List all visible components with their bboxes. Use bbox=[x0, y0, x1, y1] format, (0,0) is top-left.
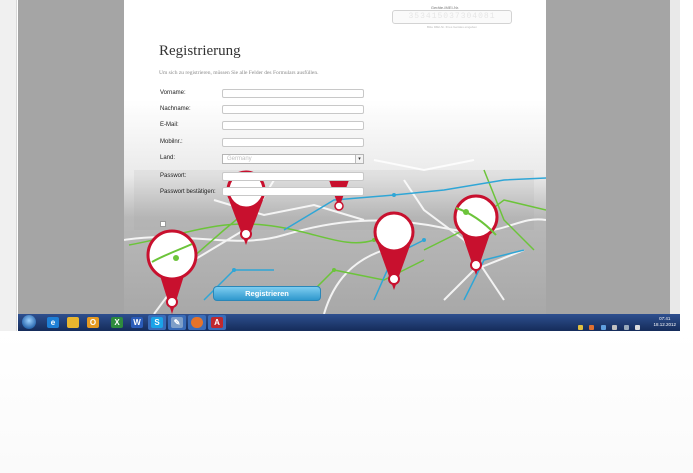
device-id-field[interactable]: 353415037304081 bbox=[392, 10, 512, 24]
device-id-hint: Bitte IMEI-Nr. Ihres Gerätes eingeben bbox=[426, 25, 478, 29]
password-confirm-field[interactable] bbox=[222, 187, 364, 196]
device-id-value: 353415037304081 bbox=[408, 12, 496, 21]
desktop-background-right bbox=[546, 0, 680, 314]
chevron-down-icon[interactable]: ▾ bbox=[355, 155, 363, 163]
explorer-icon[interactable] bbox=[64, 315, 82, 330]
tray-icon[interactable] bbox=[578, 325, 583, 330]
screen: Geräte-IMEI-Nr. 353415037304081 Bitte IM… bbox=[18, 0, 680, 331]
outlook-icon[interactable]: O bbox=[84, 315, 102, 330]
first-name-field[interactable] bbox=[222, 89, 364, 98]
word-icon[interactable]: W bbox=[128, 315, 146, 330]
system-tray bbox=[578, 317, 648, 330]
password-label: Passwort: bbox=[160, 173, 187, 179]
clock[interactable]: 07:41 18.12.2012 bbox=[653, 316, 676, 328]
password-confirm-label: Passwort bestätigen: bbox=[160, 189, 216, 195]
password-field[interactable] bbox=[222, 172, 364, 181]
skype-icon[interactable]: S bbox=[148, 315, 166, 330]
registration-page: Geräte-IMEI-Nr. 353415037304081 Bitte IM… bbox=[124, 0, 546, 314]
register-button[interactable]: Registrieren bbox=[213, 286, 321, 301]
small-checkbox[interactable] bbox=[160, 221, 166, 227]
ie-icon[interactable]: e bbox=[44, 315, 62, 330]
last-name-label: Nachname: bbox=[160, 106, 191, 112]
clock-date: 18.12.2012 bbox=[653, 322, 676, 327]
desktop-background-left bbox=[18, 0, 124, 314]
tray-icon[interactable] bbox=[589, 325, 595, 330]
flag-icon[interactable] bbox=[623, 325, 629, 330]
mobile-field[interactable] bbox=[222, 138, 364, 147]
tray-icon[interactable] bbox=[600, 325, 606, 330]
email-label: E-Mail: bbox=[160, 122, 179, 128]
tray-icon[interactable] bbox=[612, 325, 618, 330]
country-select[interactable]: Germany ▾ bbox=[222, 154, 364, 164]
page-title: Registrierung bbox=[159, 43, 241, 59]
excel-icon[interactable]: X bbox=[108, 315, 126, 330]
mobile-label: Mobilnr.: bbox=[160, 139, 183, 145]
acrobat-icon[interactable]: A bbox=[208, 315, 226, 330]
firefox-icon[interactable] bbox=[188, 315, 206, 330]
taskbar: e O X W S ✎ A 07:41 18.12.2012 bbox=[18, 314, 680, 331]
last-name-field[interactable] bbox=[222, 105, 364, 114]
country-select-value: Germany bbox=[227, 156, 252, 162]
blank-area bbox=[0, 331, 693, 473]
page-subtitle: Um sich zu registrieren, müssen Sie alle… bbox=[159, 70, 319, 76]
email-field[interactable] bbox=[222, 121, 364, 130]
country-label: Land: bbox=[160, 155, 176, 161]
start-button[interactable] bbox=[22, 315, 36, 329]
tool-icon[interactable]: ✎ bbox=[168, 315, 186, 330]
first-name-label: Vorname: bbox=[160, 90, 186, 96]
network-icon[interactable] bbox=[635, 325, 641, 330]
